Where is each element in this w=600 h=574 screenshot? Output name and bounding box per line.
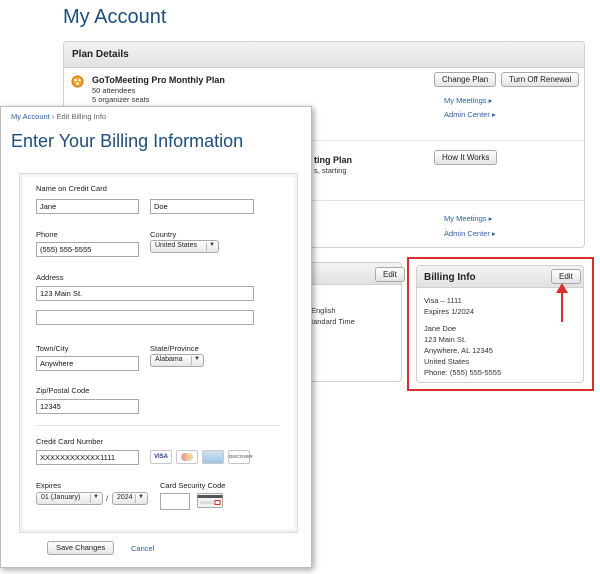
billing-street: 123 Main St. [424, 335, 467, 344]
phone-label: Phone [36, 230, 58, 239]
billing-form: Name on Credit Card Jane Doe Phone (555)… [19, 173, 298, 533]
plan2-name: ting Plan [314, 155, 352, 165]
billing-name: Jane Doe [424, 324, 457, 333]
my-meetings-link[interactable]: My Meetings ▸ [444, 214, 492, 223]
billing-expires: Expires 1/2024 [424, 307, 475, 316]
address-line2-input[interactable] [36, 310, 254, 325]
billing-card: Visa – 1111 [424, 296, 462, 305]
amex-icon [202, 450, 224, 464]
address-label: Address [36, 273, 64, 282]
my-meetings-link[interactable]: My Meetings ▸ [444, 96, 492, 105]
state-label: State/Province [150, 344, 199, 353]
turn-off-renewal-button[interactable]: Turn Off Renewal [501, 72, 580, 87]
mastercard-icon [176, 450, 198, 464]
red-arrow-icon [554, 282, 570, 329]
breadcrumb-my-account-link[interactable]: My Account [11, 112, 50, 121]
plan-attendees: 50 attendees [92, 86, 136, 95]
name-on-card-label: Name on Credit Card [36, 184, 107, 193]
breadcrumb-separator: › [51, 112, 55, 121]
city-label: Town/City [36, 344, 69, 353]
chevron-down-icon: ▼ [209, 242, 215, 248]
cc-number-input[interactable]: XXXXXXXXXXXX1111 [36, 450, 139, 465]
billing-phone: Phone: (555) 555-5555 [424, 368, 502, 377]
country-label: Country [150, 230, 177, 239]
chevron-down-icon: ▼ [138, 494, 144, 500]
plan2-sub: s, starting [314, 166, 347, 175]
admin-center-link[interactable]: Admin Center ▸ [444, 229, 496, 238]
exp-month-select[interactable]: 01 (January) ▼ [36, 492, 103, 505]
plan-seats: 5 organizer seats [92, 95, 150, 104]
breadcrumb: My Account › Edit Billing Info [11, 112, 106, 121]
exp-separator: / [106, 494, 109, 503]
first-name-input[interactable]: Jane [36, 199, 139, 214]
language-value: English [311, 306, 336, 315]
country-select[interactable]: United States ▼ [150, 240, 219, 253]
breadcrumb-current: Edit Billing Info [56, 112, 107, 121]
card-back-icon [197, 493, 223, 513]
page-title: My Account [63, 6, 167, 28]
preferences-edit-button[interactable]: Edit [375, 267, 405, 282]
form-title: Enter Your Billing Information [11, 131, 244, 151]
chevron-down-icon: ▼ [93, 494, 99, 500]
plan-details-header: Plan Details [64, 42, 584, 68]
visa-icon: VISA [150, 450, 172, 464]
state-select[interactable]: Alabama ▼ [150, 354, 204, 367]
discover-icon: DISCOVER [228, 450, 253, 464]
change-plan-button[interactable]: Change Plan [434, 72, 497, 87]
billing-country: United States [424, 357, 470, 366]
zip-input[interactable]: 12345 [36, 399, 139, 414]
cc-number-label: Credit Card Number [36, 437, 104, 446]
zip-label: Zip/Postal Code [36, 386, 90, 395]
csc-label: Card Security Code [160, 481, 226, 490]
expires-label: Expires [36, 481, 62, 490]
cancel-link[interactable]: Cancel [131, 544, 154, 553]
phone-input[interactable]: (555) 555-5555 [36, 242, 139, 257]
last-name-input[interactable]: Doe [150, 199, 254, 214]
billing-city-state: Anywhere, AL 12345 [424, 346, 493, 355]
plan-icon [71, 75, 84, 93]
how-it-works-button[interactable]: How It Works [434, 150, 498, 165]
timezone-value: tandard Time [311, 317, 355, 326]
csc-input[interactable] [160, 493, 190, 510]
exp-year-select[interactable]: 2024 ▼ [112, 492, 148, 505]
plan-name: GoToMeeting Pro Monthly Plan [92, 75, 225, 85]
save-changes-button[interactable]: Save Changes [47, 541, 115, 555]
form-divider [36, 425, 280, 426]
edit-billing-window: My Account › Edit Billing Info Enter You… [0, 106, 312, 568]
city-input[interactable]: Anywhere [36, 356, 139, 371]
chevron-down-icon: ▼ [194, 356, 200, 362]
admin-center-link[interactable]: Admin Center ▸ [444, 110, 496, 119]
address-line1-input[interactable]: 123 Main St. [36, 286, 254, 301]
